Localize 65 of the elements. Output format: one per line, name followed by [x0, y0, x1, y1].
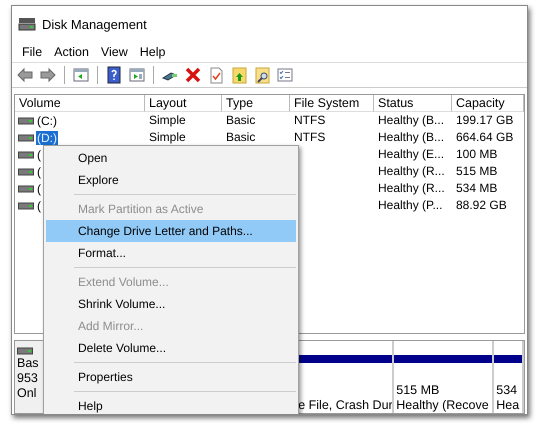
partition-panel[interactable]: 515 MB Healthy (Recove	[394, 363, 492, 413]
status-cell: Healthy (R...	[378, 181, 445, 195]
file-system-cell: NTFS	[294, 113, 326, 127]
menu-item[interactable]: Explore	[46, 169, 296, 191]
status-cell: Healthy (B...	[378, 130, 444, 144]
console-tree-icon[interactable]	[72, 66, 90, 84]
menu-item[interactable]: Action	[48, 45, 95, 59]
column-header[interactable]: Capacity	[452, 95, 524, 112]
disk-drive-icon	[18, 17, 36, 31]
status-cell: Healthy (P...	[378, 198, 442, 212]
drive-letter[interactable]: (	[36, 198, 42, 212]
disk-info-text: 953	[17, 371, 38, 385]
drive-icon	[18, 168, 34, 176]
help-icon[interactable]	[105, 66, 123, 84]
status-cell: Healthy (E...	[378, 147, 444, 161]
menu-item[interactable]: Shrink Volume...	[46, 293, 296, 315]
disk-info-text: Onl	[17, 386, 36, 400]
drive-icon	[18, 116, 34, 124]
drive-letter[interactable]: (	[36, 182, 42, 196]
drive-icon	[18, 184, 34, 192]
partition-panel[interactable]: 534 Hea	[494, 363, 522, 413]
drive-icon	[18, 150, 34, 158]
menu-item[interactable]: Help	[134, 45, 172, 59]
type-cell: Basic	[226, 113, 256, 127]
menu-item[interactable]: Delete Volume...	[46, 337, 296, 359]
menu-item[interactable]: View	[94, 45, 134, 59]
drive-icon	[18, 202, 34, 210]
forward-arrow-icon[interactable]	[39, 66, 57, 84]
file-system-cell: NTFS	[294, 130, 326, 144]
window-title: Disk Management	[42, 16, 147, 32]
drive-letter[interactable]: (	[36, 148, 42, 162]
disk-info-text: Bas	[17, 356, 39, 370]
drive-letter[interactable]: (D:)	[36, 130, 58, 144]
menu-item[interactable]: Change Drive Letter and Paths...	[46, 220, 296, 242]
type-cell: Basic	[226, 130, 256, 144]
column-header[interactable]: Type	[222, 95, 290, 112]
capacity-cell: 199.17 GB	[456, 113, 514, 127]
column-header[interactable]: Status	[374, 95, 452, 112]
capacity-cell: 534 MB	[456, 181, 498, 195]
column-header[interactable]: Volume	[15, 95, 145, 112]
menu-item[interactable]: File	[16, 45, 48, 59]
drive-icon	[18, 134, 34, 142]
capacity-cell: 100 MB	[456, 147, 498, 161]
status-cell: Healthy (R...	[378, 164, 445, 178]
capacity-cell: 88.92 GB	[456, 198, 507, 212]
menu-item[interactable]: Format...	[46, 242, 296, 264]
delete-icon[interactable]	[184, 66, 202, 84]
column-header[interactable]: Layout	[145, 95, 222, 112]
drive-letter[interactable]: (	[36, 164, 42, 178]
search-icon[interactable]	[253, 66, 271, 84]
partition-panel[interactable]: e File, Crash Dur	[296, 363, 392, 413]
capacity-cell: 664.64 GB	[456, 130, 514, 144]
layout-cell: Simple	[149, 113, 186, 127]
layout-cell: Simple	[149, 130, 186, 144]
checklist-icon[interactable]	[276, 66, 294, 84]
column-header[interactable]: File System	[290, 95, 374, 112]
partition-bar	[494, 355, 522, 363]
menu-item[interactable]: Open	[46, 147, 296, 169]
capacity-cell: 515 MB	[456, 164, 498, 178]
menu-item[interactable]: Help	[46, 395, 296, 414]
drive-letter[interactable]: (C:)	[36, 114, 58, 128]
status-cell: Healthy (B...	[378, 113, 444, 127]
back-arrow-icon[interactable]	[16, 66, 34, 84]
menu-item[interactable]: Properties	[46, 366, 296, 388]
panel-icon[interactable]	[128, 66, 146, 84]
